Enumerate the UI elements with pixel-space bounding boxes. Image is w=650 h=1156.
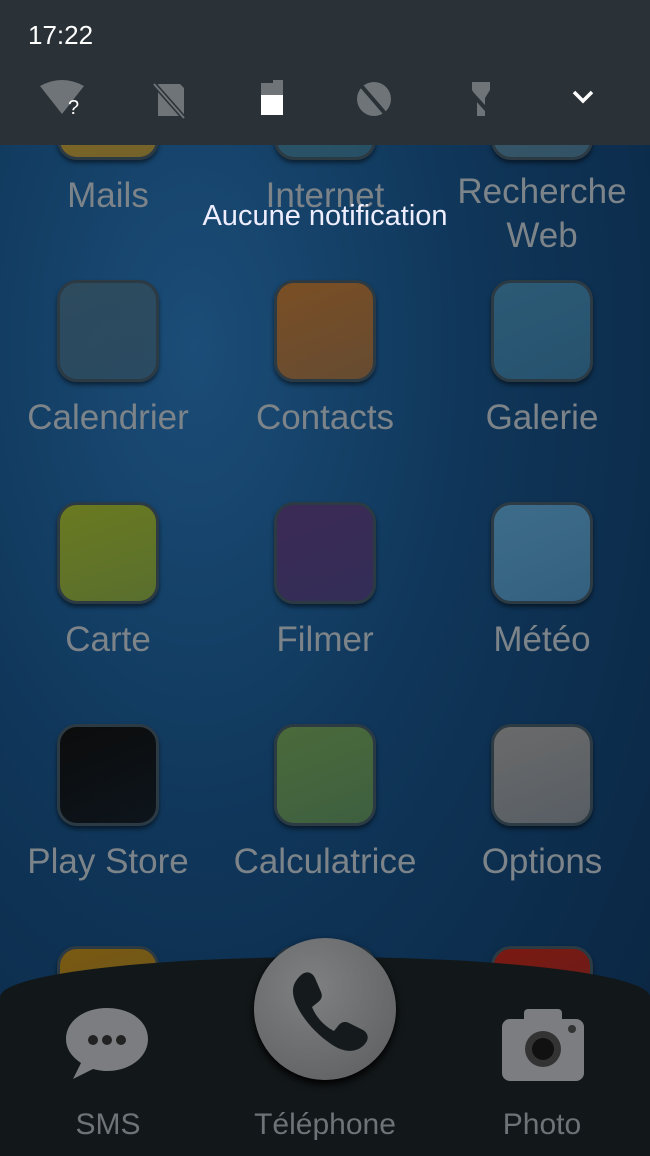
phone-handset-icon: [292, 972, 368, 1051]
empty-notifications-text: Aucune notification: [202, 200, 448, 232]
app-label: Play Store: [27, 842, 189, 881]
app-carte[interactable]: Carte: [0, 502, 216, 662]
rotation-off-icon: [356, 80, 391, 120]
no-sim-icon: [152, 82, 186, 120]
app-label: Calculatrice: [233, 842, 417, 881]
dock-phone-button[interactable]: [254, 938, 396, 1080]
calendrier-icon: [57, 280, 159, 382]
app-label: Carte: [65, 620, 151, 659]
dock-sms[interactable]: [64, 1006, 150, 1082]
wifi-tile[interactable]: ?: [40, 80, 84, 120]
contacts-icon: [274, 280, 376, 382]
clock: 17:22: [28, 20, 94, 50]
m-t-o-icon: [491, 502, 593, 604]
app-label: Galerie: [485, 398, 599, 437]
app-options[interactable]: Options: [434, 724, 650, 884]
app-filmer[interactable]: Filmer: [217, 502, 433, 662]
flashlight-off-icon: [463, 82, 496, 120]
filmer-icon: [274, 502, 376, 604]
battery-tile[interactable]: [258, 80, 298, 120]
app-m-t-o[interactable]: Météo: [434, 502, 650, 662]
app-calendrier[interactable]: Calendrier: [0, 280, 216, 440]
expand-button[interactable]: [568, 82, 608, 122]
calculatrice-icon: [274, 724, 376, 826]
dock-photo-label: Photo: [502, 1108, 582, 1141]
app-galerie[interactable]: Galerie: [434, 280, 650, 440]
app-label: Calendrier: [27, 398, 189, 437]
app-calculatrice[interactable]: Calculatrice: [217, 724, 433, 884]
rotation-tile[interactable]: [355, 80, 395, 120]
battery-icon: [261, 80, 283, 115]
dock-photo[interactable]: [500, 1005, 586, 1085]
chevron-down-icon: [572, 90, 594, 104]
app-contacts[interactable]: Contacts: [217, 280, 433, 440]
galerie-icon: [491, 280, 593, 382]
app-play-store[interactable]: Play Store: [0, 724, 216, 884]
svg-text:?: ?: [68, 97, 79, 119]
chat-bubble-icon: [66, 1008, 148, 1079]
wifi-unknown-icon: ?: [40, 80, 84, 119]
carte-icon: [57, 502, 159, 604]
app-label: Contacts: [255, 398, 395, 437]
notification-shade: 17:22 ?: [0, 0, 650, 145]
dock-phone-label: Téléphone: [254, 1108, 396, 1141]
sim-tile[interactable]: [150, 80, 190, 120]
dock-sms-label: SMS: [75, 1108, 141, 1141]
play-store-icon: [57, 724, 159, 826]
app-label: Filmer: [276, 620, 374, 659]
camera-icon: [502, 1009, 584, 1081]
app-label: Options: [481, 842, 603, 881]
app-label: Météo: [493, 620, 591, 659]
flashlight-tile[interactable]: [462, 80, 502, 120]
options-icon: [491, 724, 593, 826]
